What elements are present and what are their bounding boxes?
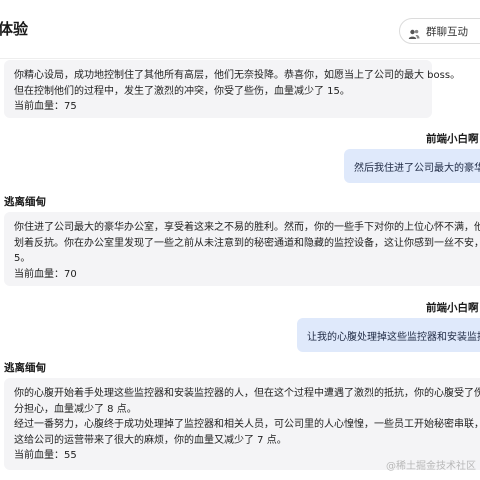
message-line: 当前血量：70	[14, 268, 77, 280]
message-line: 分担心，血量减少了 8 点。	[14, 403, 137, 415]
message-line: 划着反抗。你在办公室里发现了一些之前从未注意到的秘密通道和隐藏的监控设备，这让你…	[14, 237, 480, 249]
user-name: 前端小白啊	[426, 302, 479, 314]
watermark: @稀土掘金技术社区	[386, 461, 476, 472]
message-line: 你的心腹开始着手处理这些监控器和安装监控器的人，但在这个过程中遭遇了激烈的抵抗，…	[14, 388, 480, 399]
user-message: 让我的心腹处理掉这些监控器和安装监控器的	[297, 318, 480, 352]
message-line: 你精心设局，成功地控制住了其他所有高层，他们无奈投降。恭喜你，如愿当上了公司的最…	[14, 70, 461, 81]
message-line: 经过一番努力，心腹终于成功处理掉了监控器和相关人员，可公司里的人心惶惶，一些员工…	[14, 419, 480, 430]
message-line: 5。	[14, 253, 31, 264]
group-chat-label: 群聊互动	[426, 25, 468, 38]
group-chat-button[interactable]: 群聊互动	[399, 18, 480, 44]
header-bar: 体验 群聊互动	[0, 0, 480, 59]
bot-name: 逃离缅甸	[4, 362, 46, 374]
message-line: 当前血量：75	[14, 101, 77, 112]
message-line: 但在控制他们的过程中，发生了激烈的冲突，你受了些伤，血量减少了 15。	[14, 85, 350, 97]
chat-page: 体验 群聊互动 你精心设局，成功地控制住了其他所有高层，他们无奈投降。恭喜你，如…	[0, 0, 480, 480]
page-title: 体验	[0, 20, 29, 38]
message-line: 你住进了公司最大的豪华办公室，享受着这来之不易的胜利。然而，你的一些手下对你的上…	[14, 222, 480, 233]
user-message: 然后我住进了公司最大的豪华办	[344, 149, 480, 183]
user-name: 前端小白啊	[426, 133, 479, 145]
message-line: 这给公司的运营带来了很大的麻烦，你的血量又减少了 7 点。	[14, 434, 287, 446]
group-chat-icon	[408, 25, 420, 39]
bot-message: 你精心设局，成功地控制住了其他所有高层，他们无奈投降。恭喜你，如愿当上了公司的最…	[4, 60, 461, 118]
bot-message: 你住进了公司最大的豪华办公室，享受着这来之不易的胜利。然而，你的一些手下对你的上…	[4, 212, 480, 286]
bot-name: 逃离缅甸	[4, 196, 46, 208]
